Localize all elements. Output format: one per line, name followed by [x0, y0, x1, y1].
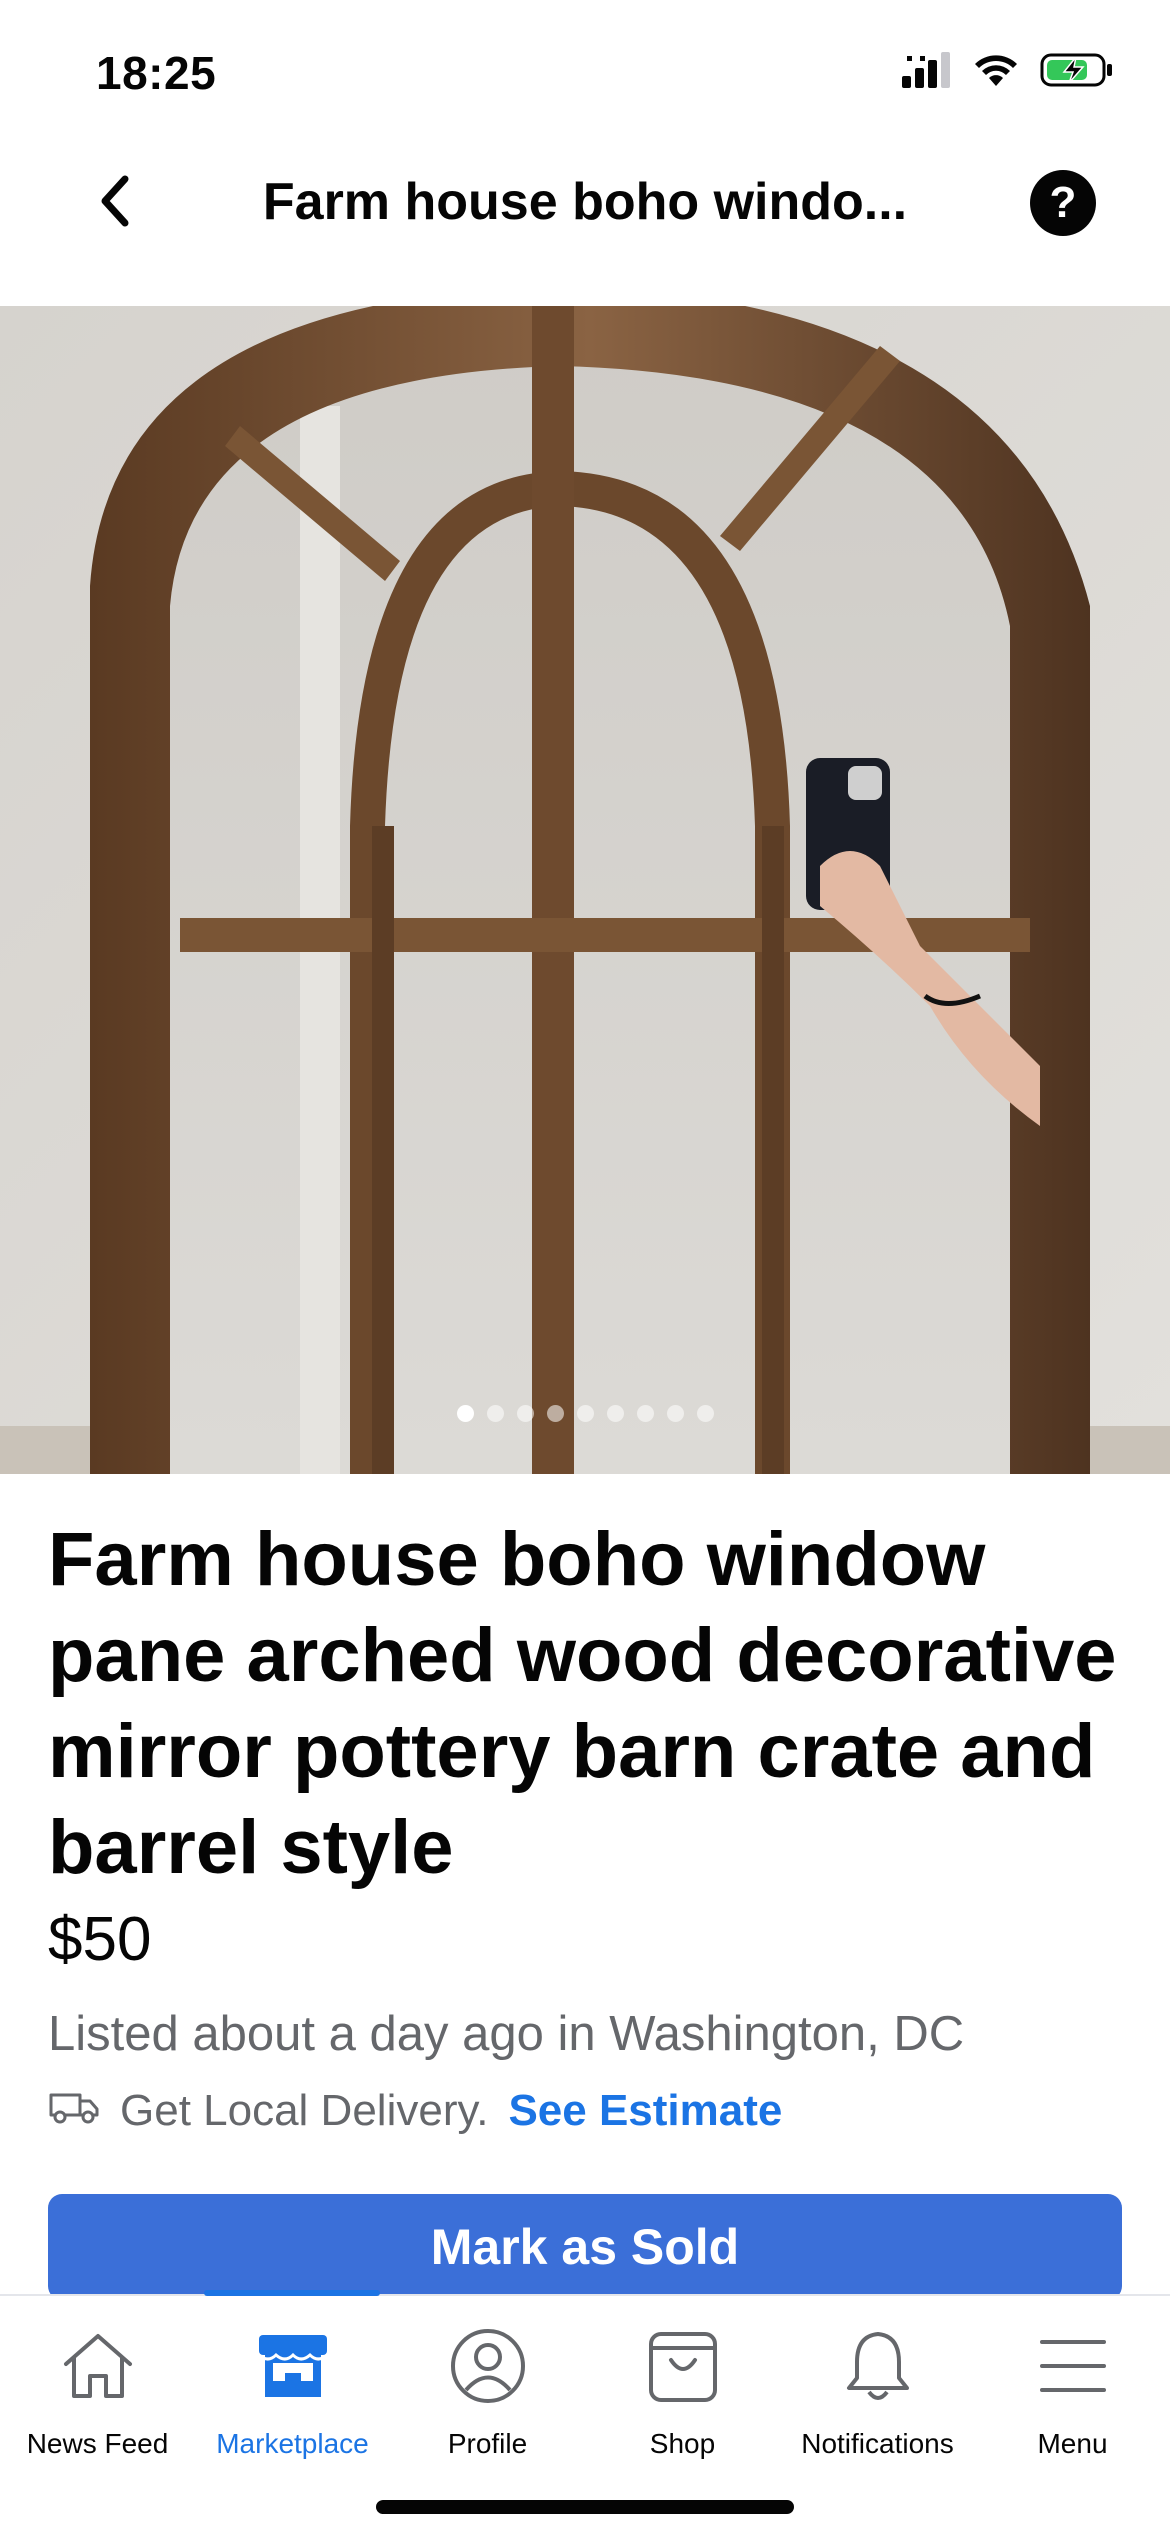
mark-as-sold-button[interactable]: Mark as Sold: [48, 2194, 1122, 2300]
photo-dot[interactable]: [486, 1405, 504, 1422]
listing-details: Farm house boho window pane arched wood …: [48, 1474, 1122, 2300]
wifi-icon: [972, 52, 1020, 93]
delivery-text: Get Local Delivery.: [120, 2086, 489, 2135]
menu-icon: [1033, 2326, 1113, 2406]
photo-dot[interactable]: [636, 1405, 654, 1422]
tab-profile[interactable]: Profile: [390, 2296, 585, 2466]
home-icon: [58, 2326, 138, 2406]
tab-menu[interactable]: Menu: [975, 2296, 1170, 2466]
back-button[interactable]: [80, 168, 150, 238]
chevron-left-icon: [95, 173, 135, 234]
nav-header: Farm house boho windo... ?: [0, 140, 1170, 308]
tab-label: Profile: [447, 2428, 528, 2459]
active-tab-indicator: [204, 2290, 380, 2296]
storefront-icon: [253, 2326, 333, 2406]
photo-pagination-dots: [0, 1405, 1170, 1422]
photo-dot[interactable]: [516, 1405, 534, 1422]
home-indicator: [376, 2500, 794, 2514]
see-estimate-link[interactable]: See Estimate: [508, 2086, 782, 2136]
help-icon: ?: [1049, 178, 1077, 227]
tab-label: Notifications: [801, 2428, 954, 2459]
photo-dot[interactable]: [606, 1405, 624, 1422]
listing-title: Farm house boho window pane arched wood …: [48, 1517, 1117, 1890]
photo-dot[interactable]: [546, 1405, 564, 1422]
bottom-tab-bar: News Feed Marketplace Profile Shop Notif…: [0, 2290, 1170, 2532]
tab-label: Menu: [1037, 2428, 1108, 2459]
photo-dot[interactable]: [696, 1405, 714, 1422]
delivery-row: Get Local Delivery. See Estimate: [48, 2086, 1122, 2136]
status-time: 18:25: [96, 47, 217, 99]
listing-photo[interactable]: [0, 306, 1170, 1474]
page-title: Farm house boho windo...: [262, 173, 908, 231]
profile-icon: [448, 2326, 528, 2406]
truck-icon: [48, 2086, 100, 2136]
status-icons: [902, 52, 1114, 93]
tab-label: Shop: [649, 2428, 716, 2459]
listing-price: $50: [48, 1905, 152, 1974]
listing-meta: Listed about a day ago in Washington, DC: [48, 2007, 965, 2061]
tab-shop[interactable]: Shop: [585, 2296, 780, 2466]
photo-dot[interactable]: [456, 1405, 474, 1422]
tab-marketplace[interactable]: Marketplace: [195, 2296, 390, 2466]
tab-notifications[interactable]: Notifications: [780, 2296, 975, 2466]
photo-dot[interactable]: [576, 1405, 594, 1422]
photo-dot[interactable]: [666, 1405, 684, 1422]
tab-news-feed[interactable]: News Feed: [0, 2296, 195, 2466]
help-button[interactable]: ?: [1030, 170, 1096, 236]
tab-label: Marketplace: [216, 2428, 369, 2459]
shopping-bag-icon: [643, 2326, 723, 2406]
bell-icon: [838, 2326, 918, 2406]
battery-charging-icon: [1040, 52, 1114, 93]
signal-icon: [902, 52, 952, 93]
mirror-photo-image: [0, 306, 1170, 1474]
tab-label: News Feed: [26, 2428, 169, 2459]
status-bar: 18:25: [0, 0, 1170, 140]
